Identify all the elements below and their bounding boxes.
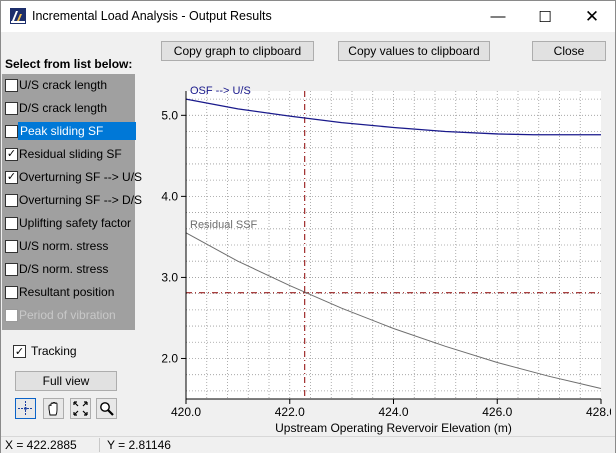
list-item-checkbox[interactable] — [5, 102, 18, 115]
list-item-label: U/S crack length — [19, 78, 108, 92]
x-tick-label: 422.0 — [275, 405, 305, 419]
tracking-label: Tracking — [31, 344, 77, 358]
list-item-checkbox[interactable] — [5, 240, 18, 253]
zoom-icon — [100, 402, 114, 416]
list-item[interactable]: D/S crack length — [2, 98, 135, 119]
list-item-label: Period of vibration — [19, 308, 116, 322]
result-list: U/S crack length D/S crack length Peak sli… — [2, 74, 142, 330]
y-tick-label: 3.0 — [161, 270, 178, 284]
x-axis-title: Upstream Operating Revervoir Elevation (… — [275, 421, 512, 435]
fit-view-tool-button[interactable] — [70, 398, 91, 419]
list-item[interactable]: D/S norm. stress — [2, 259, 135, 280]
y-tick-label: 4.0 — [161, 189, 178, 203]
full-view-button[interactable]: Full view — [15, 371, 117, 391]
list-heading: Select from list below: — [5, 57, 133, 71]
copy-graph-button[interactable]: Copy graph to clipboard — [161, 41, 314, 61]
list-item-label: U/S norm. stress — [19, 239, 109, 253]
list-item-checkbox[interactable] — [5, 125, 18, 138]
copy-values-button[interactable]: Copy values to clipboard — [338, 41, 490, 61]
series-label: OSF --> U/S — [190, 85, 251, 97]
list-item[interactable]: Resultant position — [2, 282, 135, 303]
list-item-label: Peak sliding SF — [18, 122, 136, 140]
chart-svg[interactable]: OSF --> U/S Residual SSF 420.0 422.0 424.0 42… — [141, 74, 611, 436]
list-item-label: Resultant position — [19, 285, 115, 299]
list-item[interactable]: Overturning SF --> D/S — [2, 190, 142, 211]
crosshair-tool-button[interactable] — [15, 398, 36, 419]
fit-icon — [73, 401, 88, 416]
chart-area[interactable]: OSF --> U/S Residual SSF 420.0 422.0 424.0 42… — [141, 74, 611, 436]
x-tick-label: 428.0 — [586, 405, 611, 419]
list-item[interactable]: U/S norm. stress — [2, 236, 135, 257]
list-item-label: D/S crack length — [19, 101, 108, 115]
list-item[interactable]: Uplifting safety factor — [2, 213, 135, 234]
zoom-tool-button[interactable] — [96, 398, 117, 419]
status-y-readout: Y = 2.81146 — [107, 438, 171, 452]
list-item-label: Overturning SF --> D/S — [19, 193, 143, 207]
tracking-checkbox[interactable]: ✓ — [13, 345, 26, 358]
list-item-checkbox[interactable] — [5, 217, 18, 230]
list-item-label: Residual sliding SF — [19, 147, 122, 161]
list-item-checkbox[interactable] — [5, 194, 18, 207]
x-tick-label: 424.0 — [378, 405, 408, 419]
list-item[interactable]: ✓ Overturning SF --> U/S — [2, 167, 142, 188]
list-item-checkbox[interactable]: ✓ — [5, 171, 18, 184]
list-item: Period of vibration — [2, 305, 135, 326]
minimize-button[interactable]: — — [475, 1, 521, 32]
pan-hand-icon — [48, 402, 58, 416]
list-item-checkbox[interactable] — [5, 79, 18, 92]
close-button[interactable]: Close — [532, 41, 606, 61]
maximize-button[interactable]: ☐ — [522, 1, 568, 32]
window-title: Incremental Load Analysis - Output Resul… — [32, 9, 272, 23]
list-item-checkbox — [5, 309, 18, 322]
list-item[interactable]: U/S crack length — [2, 75, 135, 96]
y-tick-label: 5.0 — [161, 108, 178, 122]
series-label: Residual SSF — [190, 219, 258, 231]
list-item-label: Uplifting safety factor — [19, 216, 132, 230]
status-separator — [99, 438, 100, 452]
status-x-readout: X = 422.2885 — [5, 438, 77, 452]
list-item-checkbox[interactable]: ✓ — [5, 148, 18, 161]
list-item-checkbox[interactable] — [5, 263, 18, 276]
app-icon — [10, 8, 26, 24]
x-tick-label: 420.0 — [171, 405, 201, 419]
list-item-checkbox[interactable] — [5, 286, 18, 299]
crosshair-icon — [18, 401, 33, 416]
close-window-button[interactable]: ✕ — [569, 1, 615, 32]
x-tick-label: 426.0 — [482, 405, 512, 419]
list-item[interactable]: Peak sliding SF — [2, 121, 136, 142]
list-item-label: D/S norm. stress — [19, 262, 109, 276]
application-window: Incremental Load Analysis - Output Resul… — [0, 0, 616, 453]
list-item[interactable]: ✓ Residual sliding SF — [2, 144, 135, 165]
list-item-label: Overturning SF --> U/S — [19, 170, 143, 184]
pan-tool-button[interactable] — [43, 398, 64, 419]
title-bar: Incremental Load Analysis - Output Resul… — [1, 1, 615, 32]
y-tick-label: 2.0 — [161, 351, 178, 365]
status-bar: X = 422.2885 Y = 2.81146 — [1, 436, 615, 453]
